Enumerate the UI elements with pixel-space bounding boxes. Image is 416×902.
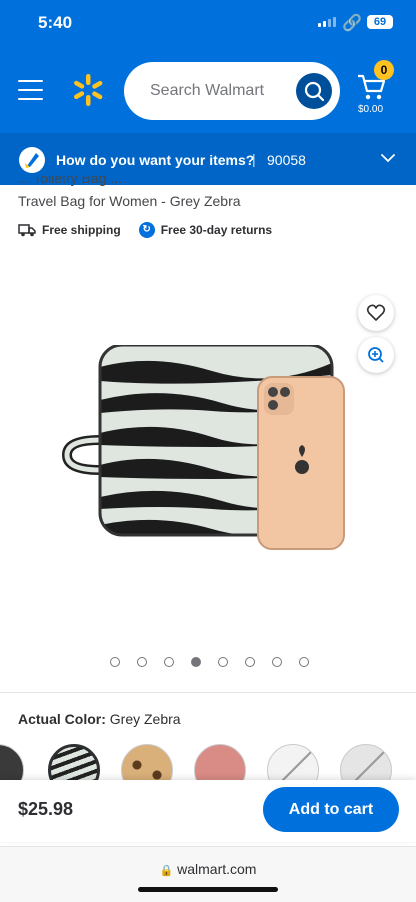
- cart-count-badge: 0: [374, 60, 394, 80]
- search-field[interactable]: Search Walmart: [124, 62, 340, 120]
- carousel-dot[interactable]: [110, 657, 120, 667]
- carousel-dot[interactable]: [272, 657, 282, 667]
- free-shipping-label: Free shipping: [42, 223, 121, 237]
- carousel-dot-active[interactable]: [191, 657, 201, 667]
- fulfillment-badges: Free shipping ↻ Free 30-day returns: [18, 222, 272, 238]
- truck-icon: [18, 224, 36, 237]
- carousel-dot[interactable]: [299, 657, 309, 667]
- delivery-icon: [19, 147, 45, 173]
- walmart-spark-logo[interactable]: [70, 72, 106, 108]
- swatch-leopard[interactable]: [121, 744, 173, 780]
- product-title: Travel Bag for Women - Grey Zebra: [18, 193, 241, 209]
- status-bar: 5:40 🔗 69: [0, 0, 416, 50]
- url-text: walmart.com: [177, 861, 257, 877]
- delivery-zip: 90058: [267, 152, 306, 168]
- carousel-dot[interactable]: [245, 657, 255, 667]
- swatch-black[interactable]: [0, 744, 24, 780]
- search-button[interactable]: [296, 73, 332, 109]
- cart-button[interactable]: 0 $0.00: [354, 60, 394, 120]
- free-returns-badge: ↻ Free 30-day returns: [138, 222, 273, 238]
- menu-icon[interactable]: [18, 80, 43, 100]
- battery-indicator: 69: [367, 15, 393, 29]
- purchase-bar: $25.98 Add to cart: [0, 780, 416, 842]
- lock-icon: 🔒: [159, 865, 174, 877]
- image-carousel-dots[interactable]: [110, 657, 309, 667]
- actual-color: Actual Color: Grey Zebra: [18, 711, 181, 727]
- swatch-pink[interactable]: [194, 744, 246, 780]
- cart-total: $0.00: [358, 104, 384, 115]
- heart-icon: [366, 304, 386, 321]
- returns-icon: ↻: [138, 222, 155, 238]
- signal-icon: [318, 17, 336, 27]
- product-title-partial: ... Toiletry Bag ...: [18, 176, 123, 186]
- search-placeholder: Search Walmart: [150, 82, 265, 99]
- url-display[interactable]: 🔒 walmart.com: [0, 861, 416, 877]
- product-image[interactable]: [62, 345, 362, 560]
- app-header: Search Walmart 0 $0.00: [0, 50, 416, 133]
- link-icon: 🔗: [342, 15, 362, 32]
- color-swatches: [0, 744, 416, 780]
- carousel-dot[interactable]: [137, 657, 147, 667]
- free-shipping-badge: Free shipping: [18, 222, 121, 238]
- add-to-cart-button[interactable]: Add to cart: [263, 787, 399, 832]
- carousel-dot[interactable]: [164, 657, 174, 667]
- swatch-grey-zebra[interactable]: [48, 744, 100, 780]
- favorite-button[interactable]: [358, 295, 394, 331]
- actual-color-label: Actual Color:: [18, 711, 106, 727]
- product-price: $25.98: [18, 799, 74, 819]
- carousel-dot[interactable]: [218, 657, 228, 667]
- actual-color-value: Grey Zebra: [109, 711, 181, 727]
- free-returns-label: Free 30-day returns: [160, 223, 273, 237]
- home-indicator[interactable]: [138, 887, 278, 892]
- delivery-separator: |: [252, 151, 256, 167]
- section-divider: [0, 692, 416, 693]
- swatch-grey-unavailable[interactable]: [340, 744, 392, 780]
- search-icon: [304, 81, 325, 102]
- status-time: 5:40: [38, 13, 73, 32]
- zoom-in-icon: [368, 347, 384, 363]
- delivery-question: How do you want your items?: [56, 152, 255, 168]
- swatch-white-unavailable[interactable]: [267, 744, 319, 780]
- zoom-button[interactable]: [358, 337, 394, 373]
- chevron-down-icon: [381, 154, 395, 163]
- browser-url-bar[interactable]: 🔒 walmart.com: [0, 846, 416, 902]
